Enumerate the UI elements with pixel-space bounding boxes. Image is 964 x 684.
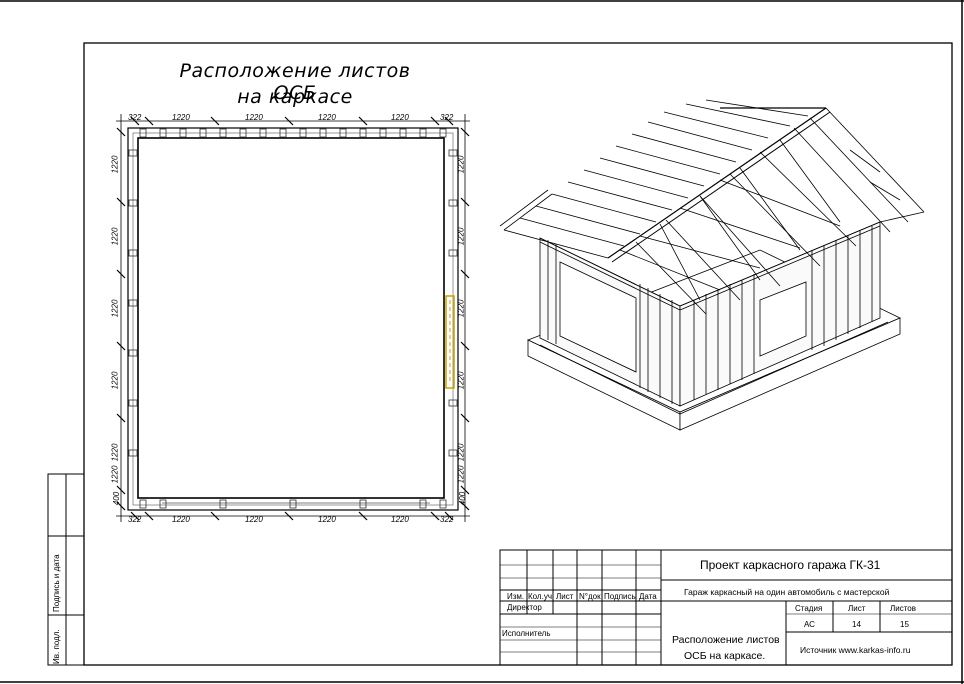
stage-value: АС: [804, 620, 815, 629]
col-header-data: Дата: [639, 592, 657, 601]
sheet-name-line2: ОСБ на каркасе.: [684, 650, 766, 662]
stage-label: Стадия: [795, 604, 823, 613]
role-executor: Исполнитель: [502, 629, 551, 638]
sheet-name-line1: Расположение листов: [672, 634, 780, 646]
col-header-ndok: N°док: [579, 592, 601, 601]
title-block-grid: [499, 549, 953, 666]
col-header-podpis: Подпись: [604, 592, 636, 601]
title-block-description: Гараж каркасный на один автомобиль с мас…: [684, 587, 890, 597]
col-header-izm: Изм.: [507, 592, 525, 601]
source-credit: Источник www.karkas-info.ru: [800, 645, 911, 655]
col-header-list: Лист: [556, 592, 574, 601]
sheet-label: Лист: [848, 604, 866, 613]
sheet-value: 14: [852, 620, 861, 629]
sheets-value: 15: [900, 620, 909, 629]
sheets-label: Листов: [890, 604, 916, 613]
title-block-project: Проект каркасного гаража ГК-31: [700, 558, 881, 572]
col-header-kolvo: Кол.уч: [528, 592, 552, 601]
role-director: Директор: [507, 603, 542, 612]
